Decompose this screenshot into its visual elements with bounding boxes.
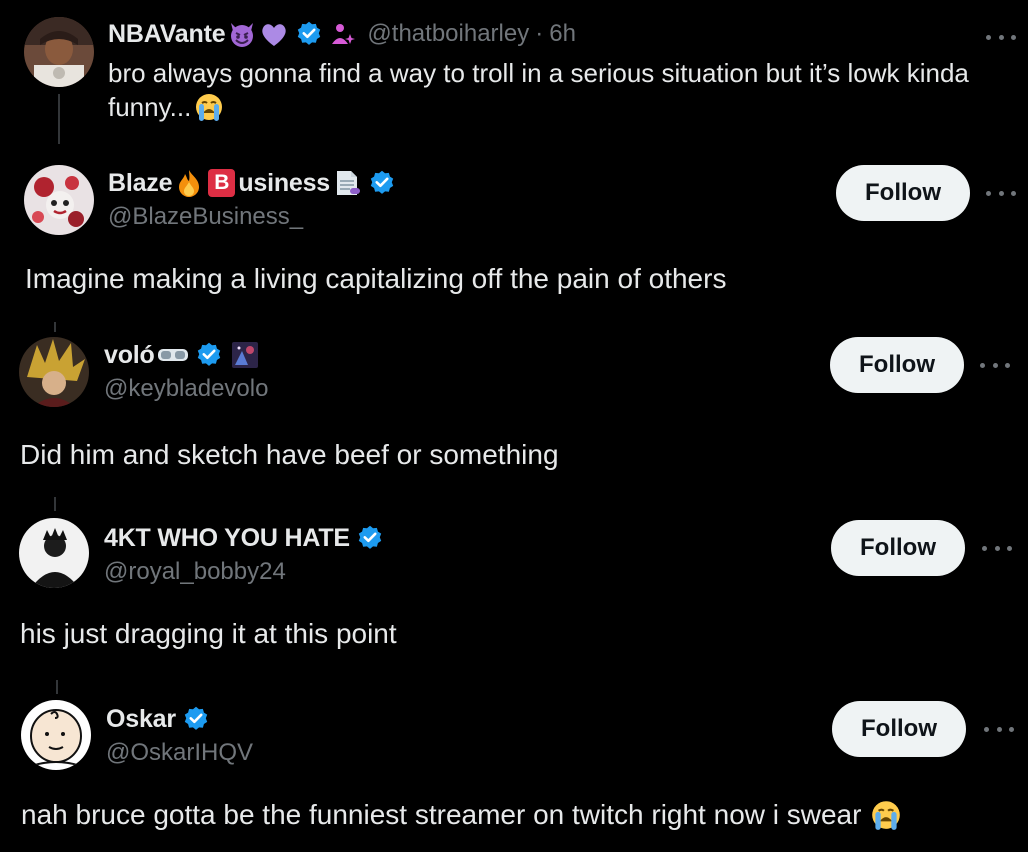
dot-icon	[1009, 726, 1014, 732]
avatar-image	[19, 337, 89, 407]
more-options-button[interactable]	[984, 719, 1014, 739]
handle[interactable]: @keybladevolo	[104, 375, 268, 403]
avatar-image	[19, 518, 89, 588]
follow-button[interactable]: Follow	[832, 701, 966, 757]
letter-b-badge: B	[208, 169, 236, 197]
dot-icon	[1005, 362, 1010, 368]
follow-button[interactable]: Follow	[836, 165, 970, 221]
display-name[interactable]: 4KT WHO YOU HATE	[104, 524, 350, 553]
dot-icon	[998, 190, 1004, 196]
display-name[interactable]: Blaze	[108, 169, 173, 198]
post-text: nah bruce gotta be the funniest streamer…	[21, 797, 903, 833]
display-name-suffix[interactable]: usiness	[238, 169, 330, 198]
page-document-icon	[332, 168, 362, 198]
dot-icon	[986, 190, 991, 196]
avatar[interactable]	[19, 518, 89, 588]
dot-icon	[994, 545, 1000, 551]
more-options-button[interactable]	[986, 27, 1016, 47]
post-text: his just dragging it at this point	[20, 618, 397, 649]
handle[interactable]: @OskarIHQV	[106, 739, 253, 767]
thread-connector	[54, 497, 56, 511]
verified-badge-icon	[195, 341, 223, 369]
thread-connector	[58, 94, 60, 144]
display-name[interactable]: voló	[104, 341, 155, 370]
handle[interactable]: @BlazeBusiness_	[108, 203, 303, 231]
dot-icon	[992, 362, 998, 368]
thread-connector	[54, 322, 56, 332]
goggles-icon	[157, 344, 189, 366]
verified-badge-icon	[182, 705, 210, 733]
avatar[interactable]	[24, 17, 94, 87]
fire-icon	[174, 168, 204, 198]
dot-icon	[1007, 545, 1012, 551]
avatar-image	[24, 165, 94, 235]
post-text: Did him and sketch have beef or somethin…	[20, 439, 559, 470]
dot-icon	[1011, 34, 1016, 40]
thread-connector	[56, 680, 58, 694]
author-line: Blaze B usiness	[108, 167, 396, 199]
more-options-button[interactable]	[986, 183, 1016, 203]
author-line: Oskar	[106, 703, 210, 735]
purple-heart-icon	[259, 19, 289, 49]
author-line: 4KT WHO YOU HATE	[104, 522, 384, 554]
separator-dot: ·	[535, 20, 544, 47]
more-options-button[interactable]	[980, 355, 1010, 375]
avatar-image	[21, 700, 91, 770]
dot-icon	[996, 726, 1002, 732]
dot-icon	[982, 545, 987, 551]
loudly-crying-icon	[869, 798, 903, 832]
display-name[interactable]: Oskar	[106, 705, 176, 734]
follow-button[interactable]: Follow	[830, 337, 964, 393]
affiliate-badge-icon	[231, 341, 259, 369]
dot-icon	[986, 34, 991, 40]
author-line: voló	[104, 339, 259, 371]
dot-icon	[998, 34, 1004, 40]
avatar[interactable]	[24, 165, 94, 235]
dot-icon	[980, 362, 985, 368]
loudly-crying-icon	[193, 91, 225, 123]
post-text-line: funny...	[108, 92, 192, 122]
post-text: Imagine making a living capitalizing off…	[25, 263, 727, 294]
verified-badge-icon	[356, 524, 384, 552]
post-text-line: bro always gonna find a way to troll in …	[108, 58, 969, 88]
smiling-imp-icon	[227, 19, 257, 49]
display-name[interactable]: NBAVante	[108, 20, 226, 49]
dot-icon	[1011, 190, 1016, 196]
timestamp[interactable]: 6h	[549, 20, 576, 48]
avatar[interactable]	[19, 337, 89, 407]
more-options-button[interactable]	[982, 538, 1012, 558]
handle[interactable]: @thatboiharley	[367, 20, 529, 48]
person-sparkle-icon	[329, 20, 357, 48]
handle[interactable]: @royal_bobby24	[104, 558, 286, 586]
post-text-content: nah bruce gotta be the funniest streamer…	[21, 799, 862, 830]
dot-icon	[984, 726, 989, 732]
letter-b-badge-icon: B	[208, 169, 236, 197]
verified-badge-icon	[295, 20, 323, 48]
avatar[interactable]	[21, 700, 91, 770]
follow-button[interactable]: Follow	[831, 520, 965, 576]
verified-badge-icon	[368, 169, 396, 197]
avatar-image	[24, 17, 94, 87]
post-text: bro always gonna find a way to troll in …	[108, 56, 969, 124]
author-line: NBAVante @thatboiharley · 6h	[108, 18, 576, 50]
